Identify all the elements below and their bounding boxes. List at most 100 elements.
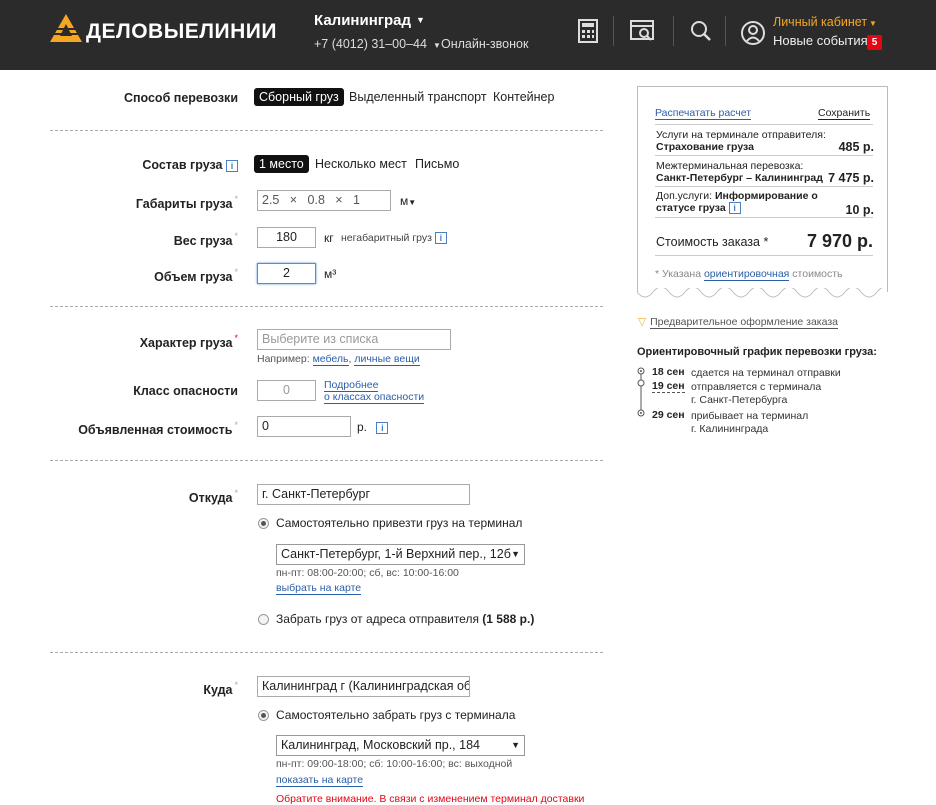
example-furniture-link[interactable]: мебель (312, 353, 349, 366)
divider (655, 124, 873, 125)
info-icon[interactable]: i (376, 422, 389, 434)
schedule-text: сдается на терминал отправки (691, 367, 841, 379)
phone-number[interactable]: +7 (4012) 31–00–44 ▼ (314, 37, 441, 51)
to-input[interactable]: Калининград г (Калининградская обл (257, 676, 470, 697)
user-icon[interactable] (740, 20, 766, 46)
nature-label: Характер груза * (139, 333, 238, 350)
events-count-badge: 5 (867, 35, 882, 50)
danger-class-link[interactable]: Подробнее о классах опасности (324, 379, 425, 404)
divider (655, 155, 873, 156)
from-map-link[interactable]: выбрать на карте (276, 582, 362, 595)
divider (50, 652, 603, 653)
logo-text: ДЕЛОВЫЕЛИНИИ (86, 20, 277, 43)
to-map-link[interactable]: показать на карте (276, 774, 364, 787)
composition-label: Состав груза i (80, 158, 238, 172)
schedule-sub: г. Санкт-Петербурга (691, 394, 788, 406)
search-icon[interactable] (688, 18, 714, 44)
logo[interactable]: ДЕЛОВЫЕЛИНИИ (50, 12, 276, 52)
cost-row-name: Страхование груза (656, 141, 754, 153)
volume-label: Объем груза * (154, 267, 238, 284)
transport-option-container[interactable]: Контейнер (488, 88, 559, 106)
preorder-link[interactable]: ▽ Предварительное оформление заказа (638, 316, 838, 329)
chevron-down-icon: ▼ (432, 41, 441, 50)
schedule-date: 18 сен (652, 366, 685, 378)
order-summary-panel: Распечатать расчет Сохранить Услуги на т… (637, 86, 888, 292)
volume-unit: м³ (324, 267, 337, 281)
weight-label: Вес груза * (173, 231, 238, 248)
dimensions-input[interactable]: 2.5 × 0.8 × 1 (257, 190, 391, 211)
receipt-wave-edge (637, 288, 888, 298)
divider (613, 16, 614, 46)
from-option-terminal-radio[interactable] (258, 518, 269, 529)
volume-input[interactable]: 2 (257, 263, 316, 284)
online-call-link[interactable]: Онлайн-звонок (441, 37, 528, 51)
cost-row-value: 10 р. (845, 203, 875, 217)
approx-link[interactable]: ориентировочная (703, 268, 790, 281)
print-link[interactable]: Распечатать расчет (655, 107, 752, 120)
schedule-date: 29 сен (652, 409, 685, 421)
from-option-address-label[interactable]: Забрать груз от адреса отправителя (1 58… (276, 612, 534, 626)
nature-select[interactable]: Выберите из списка (257, 329, 451, 350)
divider (50, 306, 603, 307)
composition-option-letter[interactable]: Письмо (410, 155, 464, 173)
calculator-icon[interactable] (575, 18, 601, 44)
from-terminal-hours: пн-пт: 08:00-20:00; сб, вс: 10:00-16:00 (276, 567, 459, 579)
city-name: Калининград (314, 12, 412, 29)
weight-input[interactable]: 180 (257, 227, 316, 248)
logo-icon (50, 14, 82, 42)
divider (655, 186, 873, 187)
divider (50, 130, 603, 131)
cabinet-link[interactable]: Личный кабинет ▼ (773, 15, 877, 29)
cost-row-head: Доп.услуги: (656, 190, 713, 202)
divider (50, 460, 603, 461)
to-notice: Обратите внимание. В связи с изменением … (276, 793, 585, 805)
from-option-address-radio[interactable] (258, 614, 269, 625)
dimensions-unit-select[interactable]: м▼ (400, 194, 416, 208)
schedule-date[interactable]: 19 сен (652, 380, 685, 393)
schedule-title: Ориентировочный график перевозки груза: (637, 346, 877, 358)
info-icon[interactable]: i (728, 202, 741, 214)
city-selector[interactable]: Калининград ▼ (314, 12, 425, 29)
to-option-terminal-label[interactable]: Самостоятельно забрать груз с терминала (276, 708, 515, 722)
chevron-down-icon: ▼ (511, 549, 520, 559)
nature-examples: Например: мебель, личные вещи (257, 353, 420, 366)
chevron-down-icon: ▼ (511, 740, 520, 750)
divider (655, 255, 873, 256)
total-label: Стоимость заказа * (656, 235, 769, 249)
schedule-sub: г. Калининграда (691, 423, 769, 435)
divider (673, 16, 674, 46)
from-label: Откуда * (188, 488, 238, 505)
danger-class-label: Класс опасности (133, 384, 238, 398)
transport-option-dedicated[interactable]: Выделенный транспорт (344, 88, 492, 106)
from-input[interactable]: г. Санкт-Петербург (257, 484, 470, 505)
cost-row-value: 7 475 р. (828, 171, 874, 185)
divider (725, 16, 726, 46)
cost-row-transport: Межтерминальная перевозка: Санкт-Петербу… (656, 160, 874, 185)
transport-option-consolidated[interactable]: Сборный груз (254, 88, 344, 106)
to-terminal-select[interactable]: Калининград, Московский пр., 184 ▼ (276, 735, 525, 756)
info-icon[interactable]: i (434, 232, 447, 244)
cost-row-insurance: Услуги на терминале отправителя: Страхов… (656, 129, 874, 154)
schedule-text: прибывает на терминал (691, 410, 809, 422)
from-option-terminal-label[interactable]: Самостоятельно привезти груз на терминал (276, 516, 522, 530)
composition-option-multiple[interactable]: Несколько мест (310, 155, 412, 173)
dimensions-label: Габариты груза * (135, 194, 238, 211)
info-icon[interactable]: i (226, 160, 238, 172)
tracking-icon[interactable] (629, 18, 655, 44)
chevron-down-icon: ▼ (416, 15, 425, 25)
cost-row-extra: Доп.услуги: Информирование о статусе гру… (656, 190, 875, 217)
composition-option-single[interactable]: 1 место (254, 155, 309, 173)
filter-icon: ▽ (638, 316, 647, 328)
declared-value-label: Объявленная стоимость * (78, 420, 238, 437)
header: ДЕЛОВЫЕЛИНИИ Калининград ▼ +7 (4012) 31–0… (0, 0, 936, 70)
events-link[interactable]: Новые события (773, 33, 868, 48)
chevron-down-icon: ▼ (869, 19, 877, 28)
to-option-terminal-radio[interactable] (258, 710, 269, 721)
example-personal-link[interactable]: личные вещи (354, 353, 420, 366)
from-terminal-select[interactable]: Санкт-Петербург, 1-й Верхний пер., 12б ▼ (276, 544, 525, 565)
declared-value-input[interactable]: 0 (257, 416, 351, 437)
oversize-label: негабаритный груз i (341, 232, 447, 244)
save-link[interactable]: Сохранить (818, 107, 871, 120)
cost-row-value: 485 р. (838, 140, 874, 154)
danger-class-input[interactable]: 0 (257, 380, 316, 401)
